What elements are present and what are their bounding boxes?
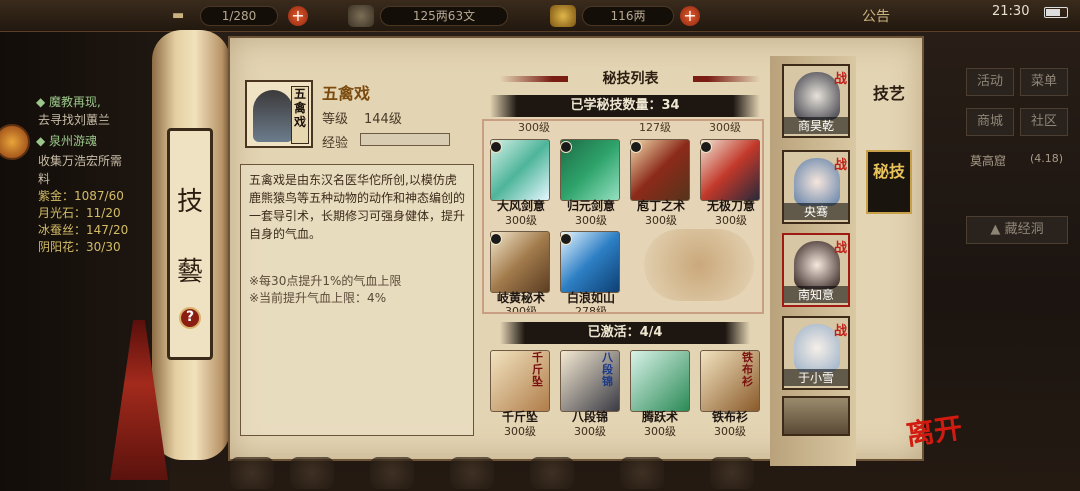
skill-level-1: 300级 [505, 214, 537, 227]
version-label: (4.18) [1030, 152, 1064, 165]
skill-level-4: 300级 [715, 214, 747, 227]
active-skill-level-4: 300级 [714, 425, 746, 438]
hero-name-1: 商昊乾 [784, 117, 848, 134]
bowl-watermark [644, 229, 754, 301]
leave-button[interactable]: 离开 [903, 406, 964, 453]
coin-purse-icon [348, 5, 374, 27]
requirement-4: 阴阳花：30/30 [38, 240, 121, 254]
top-resource-bar: ▬ 1/280 + 125两63文 116两 + 公告 21:30 [0, 0, 1080, 32]
nav-notes-icon[interactable] [290, 457, 334, 489]
hero-card-3[interactable]: 战 南知意 [782, 233, 850, 307]
quest-desc-2: 收集万浩宏所需 [38, 154, 123, 168]
quest-title-2[interactable]: ◆ 泉州游魂 [36, 132, 97, 149]
hero-card-empty[interactable] [782, 396, 850, 436]
skill-level-3: 300级 [645, 214, 677, 227]
requirement-3: 冰蚕丝：147/20 [38, 223, 129, 237]
mall-button[interactable]: 商城 [966, 108, 1014, 136]
tab-secret-skill[interactable]: 秘技 [866, 150, 912, 214]
char-badge-icon [490, 233, 502, 245]
active-skill-level-1: 300级 [504, 425, 536, 438]
battle-badge-2: 战 [834, 158, 848, 173]
requirement-2: 月光石：11/20 [38, 206, 121, 220]
activity-button[interactable]: 活动 [966, 68, 1014, 96]
active-skill-level-2: 300级 [574, 425, 606, 438]
hero-card-4[interactable]: 战 于小雪 [782, 316, 850, 390]
hero-card-1[interactable]: 战 商昊乾 [782, 64, 850, 138]
tab-skill-art[interactable]: 技艺 [866, 80, 912, 104]
quest-desc-1: 去寻找刘蕙兰 [38, 113, 111, 127]
location-label: 莫高窟 [970, 154, 1007, 168]
char-badge-icon [490, 141, 502, 153]
nav-forge-icon[interactable] [450, 457, 494, 489]
nav-bag-icon[interactable] [230, 457, 274, 489]
money-counter: 125两63文 [380, 6, 508, 26]
battle-badge-3: 战 [834, 241, 848, 256]
martial-artist-figure [253, 90, 293, 142]
quest-title-1[interactable]: ◆ 魔教再现, [36, 93, 101, 110]
nav-record-icon[interactable] [620, 457, 664, 489]
level-value: 144级 [364, 112, 402, 127]
battery-icon [1044, 7, 1068, 18]
portrait-tag: 五禽戏 [291, 86, 309, 144]
section-title: 秘技列表 [568, 67, 693, 91]
cut-level-3: 300级 [709, 121, 741, 134]
exp-bar [360, 133, 450, 146]
nav-map-icon[interactable] [710, 457, 754, 489]
skill-portrait: 五禽戏 [245, 80, 313, 148]
menu-button[interactable]: 菜单 [1020, 68, 1068, 96]
skill-level-2: 300级 [575, 214, 607, 227]
note-1: ※每30点提升1%的气血上限 [249, 274, 402, 288]
clock: 21:30 [992, 4, 1030, 19]
learned-count-banner: 已学秘技数量：34 [490, 95, 760, 117]
requirement-1: 紫金：1087/60 [38, 189, 124, 203]
skill-description: 五禽戏是由东汉名医华佗所创,以模仿虎鹿熊猿鸟等五种动物的动作和神态编创的一套导引… [249, 173, 466, 241]
add-silver-button[interactable]: + [680, 6, 700, 26]
silver-ingot-icon [550, 5, 576, 27]
help-icon[interactable]: ? [179, 307, 201, 329]
add-stamina-button[interactable]: + [288, 6, 308, 26]
note-2: ※当前提升气血上限：4% [249, 291, 387, 305]
description-box: 五禽戏是由东汉名医华佗所创,以模仿虎鹿熊猿鸟等五种动物的动作和神态编创的一套导引… [240, 164, 474, 436]
cut-level-2: 127级 [639, 121, 671, 134]
active-skill-tengyue[interactable] [630, 350, 690, 412]
char-badge-icon [560, 141, 572, 153]
hero-card-2[interactable]: 战 央骞 [782, 150, 850, 224]
cut-level-1: 300级 [518, 121, 550, 134]
skill-plate: 技 藝 ? [167, 128, 213, 360]
battle-badge-1: 战 [834, 72, 848, 87]
char-badge-icon [700, 141, 712, 153]
battle-badge-4: 战 [834, 324, 848, 339]
bottom-nav [230, 453, 780, 491]
tile-tag-4: 铁布衫 [742, 351, 753, 388]
skill-level-5: 300级 [505, 305, 537, 314]
tile-tag-2: 八段锦 [602, 351, 613, 388]
level-label: 等级 [322, 112, 349, 127]
learned-skill-grid[interactable]: 300级 127级 300级 大风剑意 300级 归元剑意 300级 庖丁之术 … [482, 119, 764, 314]
game-screen: { "topbar": { "stamina": "1/280", "money… [0, 0, 1080, 491]
tile-tag-1: 千斤坠 [532, 351, 543, 388]
hero-name-2: 央骞 [784, 203, 848, 220]
silver-counter: 116两 [582, 6, 674, 26]
hero-name-4: 于小雪 [784, 369, 848, 386]
exp-label: 经验 [322, 136, 349, 151]
active-skill-level-3: 300级 [644, 425, 676, 438]
skill-notes: ※每30点提升1%的气血上限 ※当前提升气血上限：4% [249, 273, 401, 307]
nav-skill-icon[interactable] [530, 457, 574, 489]
skill-title: 五禽戏 [322, 84, 371, 103]
nav-martial-icon[interactable] [370, 457, 414, 489]
plate-char-1: 技 [176, 187, 203, 217]
char-badge-icon [630, 141, 642, 153]
community-button[interactable]: 社区 [1020, 108, 1068, 136]
quest-avatar-icon[interactable] [0, 124, 30, 160]
plate-char-2: 藝 [176, 257, 203, 287]
announcement-button[interactable]: 公告 [862, 6, 890, 26]
quest-desc-2b: 料 [38, 172, 51, 186]
stamina-icon: ▬ [172, 8, 185, 23]
sutra-cave-button[interactable]: ▲ 藏经洞 [966, 216, 1068, 244]
skill-level-6: 278级 [575, 305, 607, 314]
activated-banner: 已激活：4/4 [500, 322, 750, 344]
char-badge-icon [560, 233, 572, 245]
hero-name-3: 南知意 [784, 286, 848, 303]
stamina-counter: 1/280 [200, 6, 278, 26]
